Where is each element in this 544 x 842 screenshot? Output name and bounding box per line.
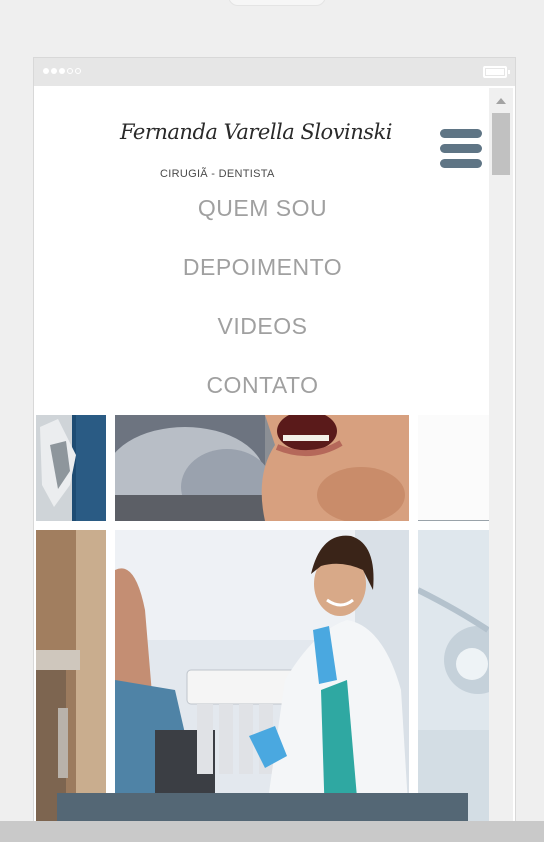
gallery-photo-white[interactable]: [418, 415, 489, 521]
signature-logo[interactable]: Fernanda Varella Slovinski: [120, 120, 393, 144]
gallery-photo-dental-lamp[interactable]: [418, 530, 489, 821]
site-screen: Fernanda Varella Slovinski CIRUGIÃ - DEN…: [36, 88, 489, 821]
nav-item-depoimento[interactable]: DEPOIMENTO: [36, 254, 489, 281]
scroll-up-icon[interactable]: [496, 98, 506, 104]
site-subtitle: CIRUGIÃ - DENTISTA: [160, 168, 275, 180]
status-bar: [34, 58, 515, 86]
scroll-thumb[interactable]: [492, 113, 510, 175]
battery-icon: [483, 66, 510, 78]
scrollbar[interactable]: [489, 88, 513, 821]
hamburger-menu-icon[interactable]: [440, 129, 484, 173]
nav-item-contato[interactable]: CONTATO: [36, 372, 489, 399]
bottom-bar[interactable]: [57, 793, 468, 821]
gallery-photo-patient-mouth[interactable]: [115, 415, 409, 521]
browser-bottom-bar: [0, 821, 544, 842]
top-pill: [228, 0, 326, 6]
nav-item-videos[interactable]: VIDEOS: [36, 313, 489, 340]
nav-item-quem-sou[interactable]: QUEM SOU: [36, 195, 489, 222]
gallery-photo-dental-tool[interactable]: [36, 415, 106, 521]
gallery-photo-dentist-smiling[interactable]: [115, 530, 409, 821]
gallery-photo-clinic-room[interactable]: [36, 530, 106, 821]
signal-icon: [43, 68, 81, 74]
phone-frame: Fernanda Varella Slovinski CIRUGIÃ - DEN…: [33, 57, 516, 822]
